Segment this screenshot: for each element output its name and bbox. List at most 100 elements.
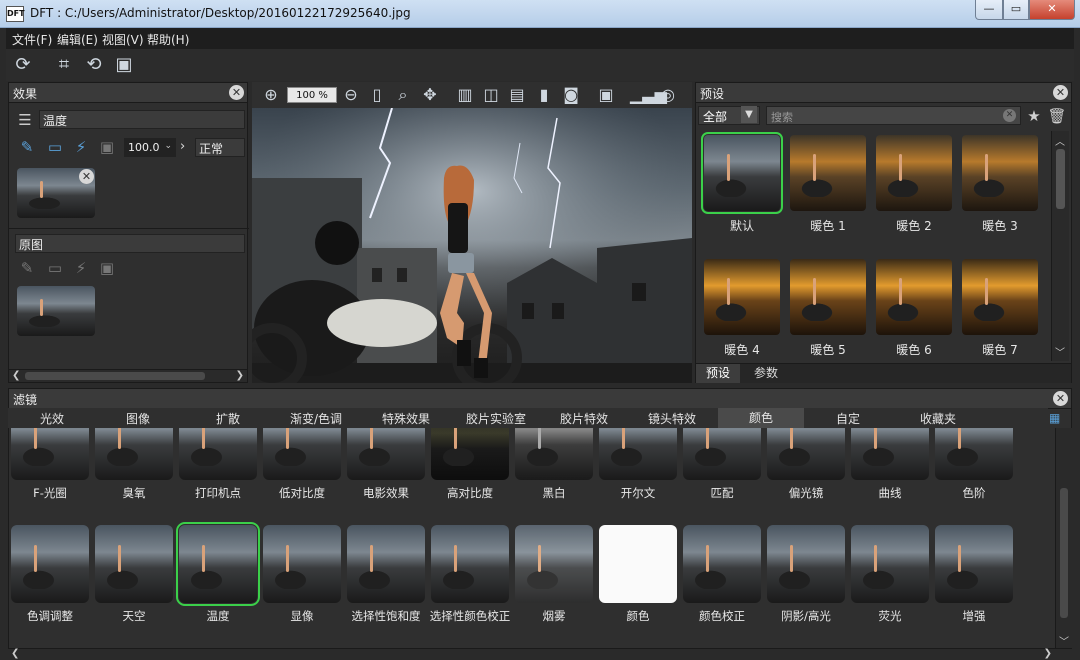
lightning-icon[interactable]: ⚡ <box>71 258 91 278</box>
filter-item[interactable]: 偏光镜 <box>764 428 848 501</box>
chevron-left-icon[interactable]: ❮ <box>12 370 20 381</box>
zoom-input[interactable]: 100 % <box>287 87 337 103</box>
preset-thumbnail[interactable] <box>876 135 952 211</box>
menu-help[interactable]: 帮助(H) <box>147 31 189 48</box>
chevron-right-icon[interactable]: ❯ <box>1044 648 1052 659</box>
tab-diffuse[interactable]: 扩散 <box>216 410 240 427</box>
grid-view-icon[interactable]: ▦ <box>1049 411 1065 425</box>
filter-item[interactable]: 选择性颜色校正 <box>428 525 512 624</box>
search-input[interactable]: 搜索 ✕ <box>766 106 1021 125</box>
chevron-down-icon[interactable]: ⌄ <box>164 141 172 151</box>
filter-thumbnail[interactable] <box>767 428 845 480</box>
filter-thumbnail[interactable] <box>431 525 509 603</box>
filter-thumbnail[interactable] <box>431 428 509 480</box>
chevron-right-icon[interactable]: › <box>180 139 185 154</box>
opacity-field[interactable]: 100.0 ⌄ <box>124 138 176 157</box>
clear-search-icon[interactable]: ✕ <box>1003 109 1016 122</box>
filter-item[interactable]: 烟雾 <box>512 525 596 624</box>
preset-thumbnail[interactable] <box>962 135 1038 211</box>
preset-item[interactable]: 默认 <box>701 132 783 234</box>
zoom-in-icon[interactable]: ⊕ <box>261 85 281 105</box>
filter-item[interactable]: 颜色 <box>596 525 680 624</box>
tab-gradient[interactable]: 渐变/色调 <box>290 410 342 427</box>
filter-item[interactable]: 色阶 <box>932 428 1016 501</box>
close-icon[interactable]: ✕ <box>1053 85 1068 100</box>
filter-item[interactable]: 增强 <box>932 525 1016 624</box>
preset-thumbnail[interactable] <box>790 135 866 211</box>
filter-item[interactable]: 打印机点 <box>176 428 260 501</box>
filter-item[interactable]: 匹配 <box>680 428 764 501</box>
filter-thumbnail[interactable] <box>95 428 173 480</box>
chevron-down-icon[interactable]: ﹀ <box>1055 344 1065 359</box>
filters-scrollbar[interactable]: ﹀ <box>1055 428 1072 648</box>
menu-file[interactable]: 文件(F) <box>12 31 52 48</box>
filter-item[interactable]: 显像 <box>260 525 344 624</box>
filter-item[interactable]: 色调调整 <box>8 525 92 624</box>
rotate-icon[interactable]: ⟲ <box>82 53 106 77</box>
filter-thumbnail[interactable] <box>935 428 1013 480</box>
preset-thumbnail[interactable] <box>790 259 866 335</box>
filter-thumbnail[interactable] <box>599 525 677 603</box>
filter-thumbnail[interactable] <box>11 428 89 480</box>
fit-height-icon[interactable]: ▯ <box>367 85 387 105</box>
preset-item[interactable]: 暖色 5 <box>788 259 868 358</box>
filter-thumbnail[interactable] <box>683 525 761 603</box>
monitor-icon[interactable]: ▭ <box>45 258 65 278</box>
camera-icon[interactable]: ◙ <box>561 85 581 105</box>
star-icon[interactable]: ★ <box>1024 106 1044 126</box>
filter-thumbnail[interactable] <box>599 428 677 480</box>
close-icon[interactable]: ✕ <box>229 85 244 100</box>
edit-icon[interactable]: ✎ <box>17 137 37 157</box>
split-horizontal-icon[interactable]: ▤ <box>507 85 527 105</box>
minimize-button[interactable]: — <box>975 0 1003 20</box>
scroll-thumb[interactable] <box>1060 488 1068 618</box>
preset-thumbnail[interactable] <box>701 132 783 214</box>
tab-film-effects[interactable]: 胶片特效 <box>560 410 608 427</box>
filter-item[interactable]: 开尔文 <box>596 428 680 501</box>
tab-film-lab[interactable]: 胶片实验室 <box>466 410 526 427</box>
preset-item[interactable]: 暖色 3 <box>960 135 1040 234</box>
frame-icon[interactable]: ▣ <box>97 258 117 278</box>
remove-effect-icon[interactable]: ✕ <box>79 169 94 184</box>
filter-item[interactable]: 荧光 <box>848 525 932 624</box>
loupe-icon[interactable]: ◎ <box>658 85 678 105</box>
monitor-icon[interactable]: ▭ <box>45 137 65 157</box>
tab-custom[interactable]: 自定 <box>836 410 860 427</box>
presets-scrollbar[interactable]: ︿ ﹀ <box>1051 131 1069 361</box>
image-frame-icon[interactable]: ▣ <box>596 85 616 105</box>
page-icon[interactable]: ▮ <box>534 85 554 105</box>
preset-item[interactable]: 暖色 7 <box>960 259 1040 358</box>
filter-item[interactable]: 天空 <box>92 525 176 624</box>
chevron-up-icon[interactable]: ︿ <box>1055 133 1065 148</box>
histogram-icon[interactable]: ▁▃▅ <box>630 85 667 105</box>
chevron-right-icon[interactable]: ❯ <box>236 370 244 381</box>
filter-thumbnail[interactable] <box>515 428 593 480</box>
preset-item[interactable]: 暖色 1 <box>788 135 868 234</box>
filter-thumbnail[interactable] <box>515 525 593 603</box>
filter-thumbnail[interactable] <box>935 525 1013 603</box>
filter-item[interactable]: 高对比度 <box>428 428 512 501</box>
chevron-down-icon[interactable]: ﹀ <box>1059 633 1069 648</box>
main-photo[interactable] <box>252 108 692 383</box>
menu-view[interactable]: 视图(V) <box>102 31 144 48</box>
filters-hscrollbar[interactable]: ❮ ❯ <box>8 648 1072 660</box>
magnifier-icon[interactable]: ⌕ <box>393 85 413 105</box>
tab-params[interactable]: 参数 <box>744 364 788 383</box>
layer-name-field[interactable]: 温度 <box>39 110 245 129</box>
filter-item[interactable]: 臭氧 <box>92 428 176 501</box>
effects-scrollbar[interactable]: ❮ ❯ <box>9 369 247 382</box>
tab-presets[interactable]: 预设 <box>696 364 740 383</box>
chevron-left-icon[interactable]: ❮ <box>11 648 19 659</box>
preset-thumbnail[interactable] <box>876 259 952 335</box>
preset-item[interactable]: 暖色 4 <box>702 259 782 358</box>
filter-thumbnail[interactable] <box>176 522 260 606</box>
filter-item[interactable]: 选择性饱和度 <box>344 525 428 624</box>
category-select[interactable]: 全部 ▼ <box>698 106 760 125</box>
filter-thumbnail[interactable] <box>683 428 761 480</box>
filter-item[interactable]: 温度 <box>176 522 260 624</box>
filter-thumbnail[interactable] <box>263 428 341 480</box>
filter-thumbnail[interactable] <box>347 525 425 603</box>
filter-item[interactable]: 曲线 <box>848 428 932 501</box>
split-vertical-icon[interactable]: ▥ <box>455 85 475 105</box>
blend-mode-field[interactable]: 正常 <box>195 138 245 157</box>
